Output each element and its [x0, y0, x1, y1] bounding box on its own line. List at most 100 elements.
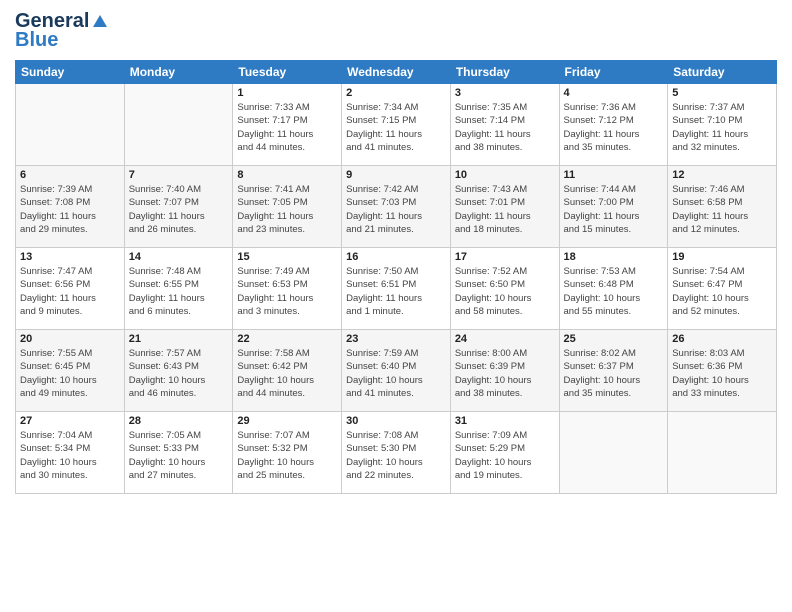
day-info: Sunrise: 7:41 AM Sunset: 7:05 PM Dayligh…: [237, 183, 337, 236]
calendar-cell: [668, 412, 777, 494]
calendar-cell: 20Sunrise: 7:55 AM Sunset: 6:45 PM Dayli…: [16, 330, 125, 412]
day-number: 18: [564, 251, 664, 263]
calendar-cell: 24Sunrise: 8:00 AM Sunset: 6:39 PM Dayli…: [450, 330, 559, 412]
calendar-cell: 13Sunrise: 7:47 AM Sunset: 6:56 PM Dayli…: [16, 248, 125, 330]
calendar-cell: 21 Sunrise: 7:57 AM Sunset: 6:43 PM Dayli…: [124, 330, 233, 412]
day-info: Sunrise: 7:34 AM Sunset: 7:15 PM Dayligh…: [346, 101, 446, 154]
calendar-cell: 28 Sunrise: 7:05 AM Sunset: 5:33 PM Dayli…: [124, 412, 233, 494]
day-info: Sunrise: 7:40 AM Sunset: 7:07 PM Dayligh…: [129, 183, 229, 236]
calendar-cell: 5 Sunrise: 7:37 AM Sunset: 7:10 PM Daylig…: [668, 84, 777, 166]
calendar-cell: 9 Sunrise: 7:42 AM Sunset: 7:03 PM Daylig…: [342, 166, 451, 248]
day-number: 17: [455, 251, 555, 263]
day-number: 9: [346, 169, 446, 181]
day-info: Sunrise: 8:02 AM Sunset: 6:37 PM Dayligh…: [564, 347, 664, 400]
day-info: Sunrise: 7:37 AM Sunset: 7:10 PM Dayligh…: [672, 101, 772, 154]
calendar-cell: 1Sunrise: 7:33 AM Sunset: 7:17 PM Daylig…: [233, 84, 342, 166]
day-info: Sunrise: 7:36 AM Sunset: 7:12 PM Dayligh…: [564, 101, 664, 154]
calendar-cell: 31 Sunrise: 7:09 AM Sunset: 5:29 PM Dayli…: [450, 412, 559, 494]
weekday-header-row: SundayMondayTuesdayWednesdayThursdayFrid…: [16, 61, 777, 84]
day-number: 23: [346, 333, 446, 345]
day-info: Sunrise: 7:33 AM Sunset: 7:17 PM Dayligh…: [237, 101, 337, 154]
day-number: 28: [129, 415, 229, 427]
day-info: Sunrise: 8:00 AM Sunset: 6:39 PM Dayligh…: [455, 347, 555, 400]
logo-icon: [91, 13, 109, 31]
day-number: 6: [20, 169, 120, 181]
day-number: 8: [237, 169, 337, 181]
day-number: 29: [237, 415, 337, 427]
day-number: 30: [346, 415, 446, 427]
day-info: Sunrise: 7:57 AM Sunset: 6:43 PM Dayligh…: [129, 347, 229, 400]
day-info: Sunrise: 7:54 AM Sunset: 6:47 PM Dayligh…: [672, 265, 772, 318]
day-number: 22: [237, 333, 337, 345]
calendar-cell: 7 Sunrise: 7:40 AM Sunset: 7:07 PM Daylig…: [124, 166, 233, 248]
calendar-week-2: 6 Sunrise: 7:39 AM Sunset: 7:08 PM Daylig…: [16, 166, 777, 248]
weekday-header-sunday: Sunday: [16, 61, 125, 84]
day-number: 2: [346, 87, 446, 99]
calendar-cell: [559, 412, 668, 494]
day-info: Sunrise: 7:42 AM Sunset: 7:03 PM Dayligh…: [346, 183, 446, 236]
calendar-cell: 16Sunrise: 7:50 AM Sunset: 6:51 PM Dayli…: [342, 248, 451, 330]
day-number: 19: [672, 251, 772, 263]
weekday-header-friday: Friday: [559, 61, 668, 84]
calendar-cell: 15 Sunrise: 7:49 AM Sunset: 6:53 PM Dayli…: [233, 248, 342, 330]
day-number: 31: [455, 415, 555, 427]
calendar-cell: 23 Sunrise: 7:59 AM Sunset: 6:40 PM Dayli…: [342, 330, 451, 412]
day-number: 20: [20, 333, 120, 345]
calendar-week-1: 1Sunrise: 7:33 AM Sunset: 7:17 PM Daylig…: [16, 84, 777, 166]
calendar-cell: 4 Sunrise: 7:36 AM Sunset: 7:12 PM Daylig…: [559, 84, 668, 166]
day-number: 5: [672, 87, 772, 99]
day-info: Sunrise: 7:07 AM Sunset: 5:32 PM Dayligh…: [237, 429, 337, 482]
calendar-cell: [124, 84, 233, 166]
calendar-cell: 8 Sunrise: 7:41 AM Sunset: 7:05 PM Daylig…: [233, 166, 342, 248]
day-info: Sunrise: 7:43 AM Sunset: 7:01 PM Dayligh…: [455, 183, 555, 236]
calendar-week-5: 27 Sunrise: 7:04 AM Sunset: 5:34 PM Dayli…: [16, 412, 777, 494]
calendar-cell: 29 Sunrise: 7:07 AM Sunset: 5:32 PM Dayli…: [233, 412, 342, 494]
day-number: 25: [564, 333, 664, 345]
day-info: Sunrise: 8:03 AM Sunset: 6:36 PM Dayligh…: [672, 347, 772, 400]
day-info: Sunrise: 7:09 AM Sunset: 5:29 PM Dayligh…: [455, 429, 555, 482]
day-number: 11: [564, 169, 664, 181]
day-info: Sunrise: 7:35 AM Sunset: 7:14 PM Dayligh…: [455, 101, 555, 154]
day-number: 21: [129, 333, 229, 345]
day-number: 15: [237, 251, 337, 263]
day-info: Sunrise: 7:58 AM Sunset: 6:42 PM Dayligh…: [237, 347, 337, 400]
logo: General Blue: [15, 10, 109, 52]
calendar-cell: 27 Sunrise: 7:04 AM Sunset: 5:34 PM Dayli…: [16, 412, 125, 494]
calendar-week-4: 20Sunrise: 7:55 AM Sunset: 6:45 PM Dayli…: [16, 330, 777, 412]
calendar-cell: 10 Sunrise: 7:43 AM Sunset: 7:01 PM Dayli…: [450, 166, 559, 248]
day-info: Sunrise: 7:46 AM Sunset: 6:58 PM Dayligh…: [672, 183, 772, 236]
day-info: Sunrise: 7:05 AM Sunset: 5:33 PM Dayligh…: [129, 429, 229, 482]
calendar-cell: 22 Sunrise: 7:58 AM Sunset: 6:42 PM Dayli…: [233, 330, 342, 412]
day-number: 14: [129, 251, 229, 263]
weekday-header-tuesday: Tuesday: [233, 61, 342, 84]
day-number: 7: [129, 169, 229, 181]
calendar-cell: 26Sunrise: 8:03 AM Sunset: 6:36 PM Dayli…: [668, 330, 777, 412]
calendar-cell: 3 Sunrise: 7:35 AM Sunset: 7:14 PM Daylig…: [450, 84, 559, 166]
day-number: 27: [20, 415, 120, 427]
calendar-table: SundayMondayTuesdayWednesdayThursdayFrid…: [15, 60, 777, 494]
weekday-header-saturday: Saturday: [668, 61, 777, 84]
weekday-header-thursday: Thursday: [450, 61, 559, 84]
day-number: 10: [455, 169, 555, 181]
day-number: 16: [346, 251, 446, 263]
calendar-cell: 18 Sunrise: 7:53 AM Sunset: 6:48 PM Dayli…: [559, 248, 668, 330]
day-info: Sunrise: 7:39 AM Sunset: 7:08 PM Dayligh…: [20, 183, 120, 236]
day-info: Sunrise: 7:49 AM Sunset: 6:53 PM Dayligh…: [237, 265, 337, 318]
day-info: Sunrise: 7:47 AM Sunset: 6:56 PM Dayligh…: [20, 265, 120, 318]
calendar-cell: 6 Sunrise: 7:39 AM Sunset: 7:08 PM Daylig…: [16, 166, 125, 248]
day-number: 3: [455, 87, 555, 99]
day-info: Sunrise: 7:04 AM Sunset: 5:34 PM Dayligh…: [20, 429, 120, 482]
calendar-cell: 17Sunrise: 7:52 AM Sunset: 6:50 PM Dayli…: [450, 248, 559, 330]
day-number: 12: [672, 169, 772, 181]
day-info: Sunrise: 7:59 AM Sunset: 6:40 PM Dayligh…: [346, 347, 446, 400]
calendar-cell: 2 Sunrise: 7:34 AM Sunset: 7:15 PM Daylig…: [342, 84, 451, 166]
day-info: Sunrise: 7:53 AM Sunset: 6:48 PM Dayligh…: [564, 265, 664, 318]
day-info: Sunrise: 7:08 AM Sunset: 5:30 PM Dayligh…: [346, 429, 446, 482]
calendar-cell: 12 Sunrise: 7:46 AM Sunset: 6:58 PM Dayli…: [668, 166, 777, 248]
calendar-cell: 25 Sunrise: 8:02 AM Sunset: 6:37 PM Dayli…: [559, 330, 668, 412]
calendar-cell: [16, 84, 125, 166]
day-number: 4: [564, 87, 664, 99]
calendar-week-3: 13Sunrise: 7:47 AM Sunset: 6:56 PM Dayli…: [16, 248, 777, 330]
calendar-cell: 14Sunrise: 7:48 AM Sunset: 6:55 PM Dayli…: [124, 248, 233, 330]
day-info: Sunrise: 7:44 AM Sunset: 7:00 PM Dayligh…: [564, 183, 664, 236]
